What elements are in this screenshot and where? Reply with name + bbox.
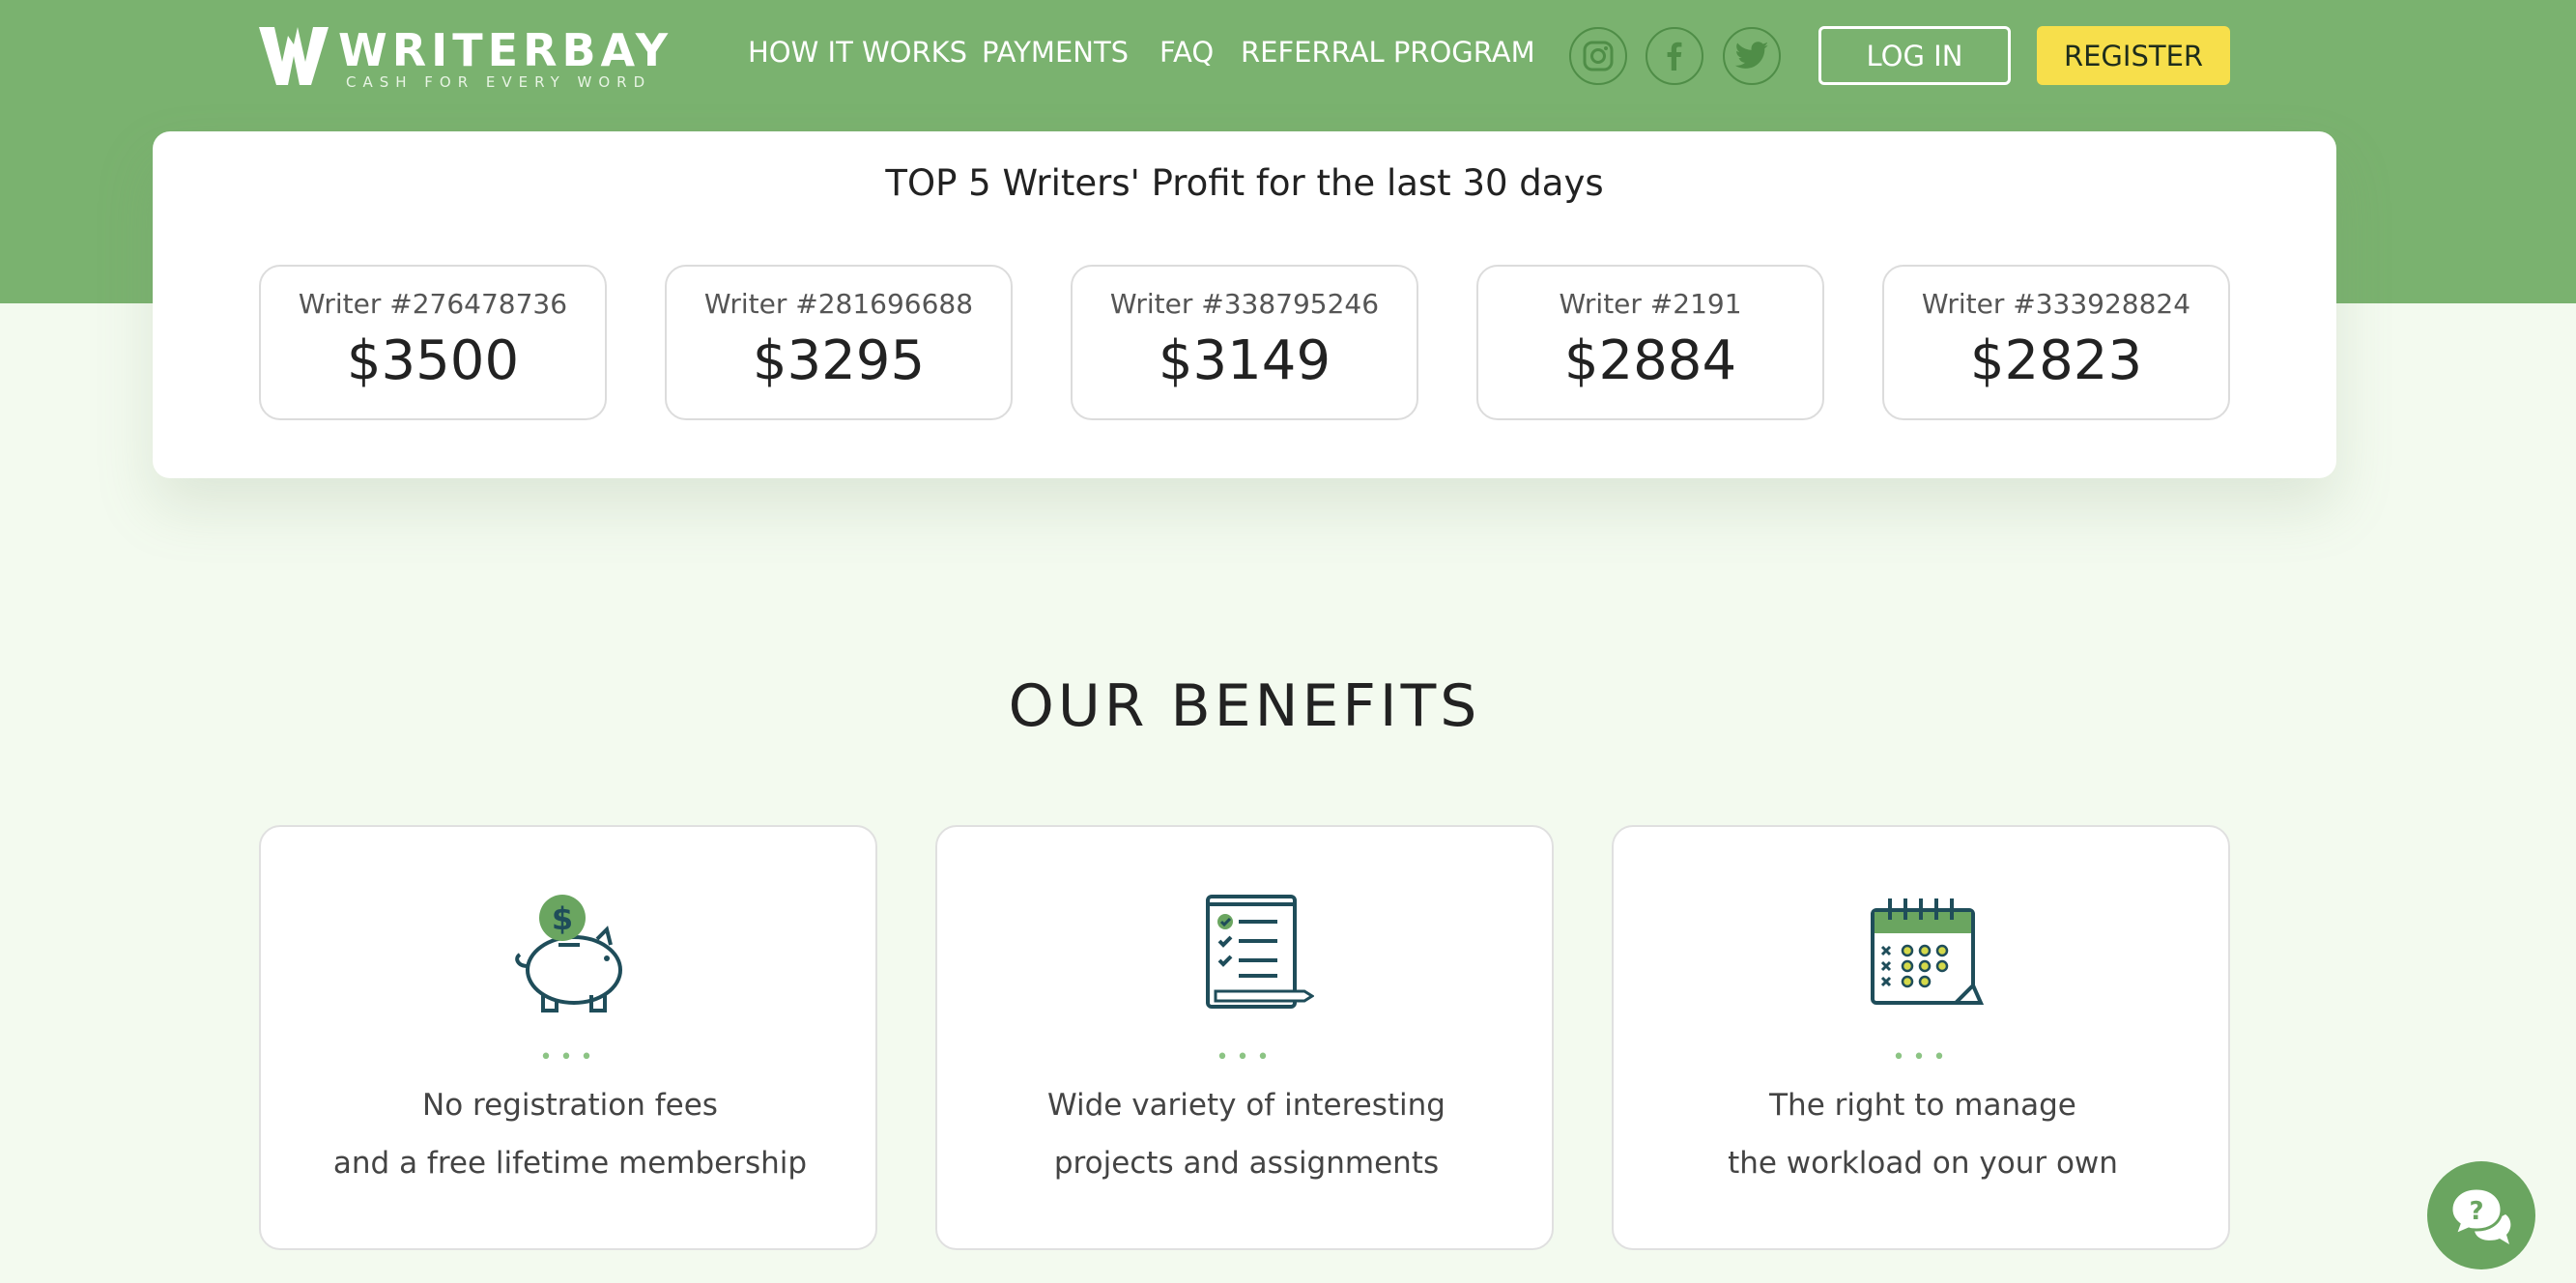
register-button[interactable]: REGISTER [2037,26,2230,85]
writer-card: Writer #281696688 $3295 [665,265,1013,420]
login-button[interactable]: LOG IN [1818,26,2011,85]
writer-name: Writer #281696688 [703,288,974,320]
writer-profit: $3295 [752,329,926,392]
svg-text:$: $ [552,900,573,937]
logo-tagline: CASH FOR EVERY WORD [346,73,652,91]
writer-profit: $2823 [1969,329,2143,392]
chat-bubble-icon: ? [2449,1186,2511,1244]
writer-name: Writer #338795246 [1109,288,1380,320]
benefits-heading: OUR BENEFITS [1008,672,1481,740]
writer-profit: $2884 [1563,329,1737,392]
nav-payments[interactable]: PAYMENTS [982,33,1129,71]
top-writers-card: TOP 5 Writers' Profit for the last 30 da… [153,131,2336,478]
benefit-card: ••• The right to manage the workload on … [1612,825,2230,1250]
facebook-link[interactable] [1646,27,1703,85]
instagram-link[interactable] [1569,27,1627,85]
writer-card: Writer #333928824 $2823 [1882,265,2230,420]
top-writers-title: TOP 5 Writers' Profit for the last 30 da… [885,162,1604,204]
instagram-icon [1583,41,1614,71]
nav-referral-program[interactable]: REFERRAL PROGRAM [1241,33,1535,71]
checklist-icon [1206,895,1314,1009]
facebook-icon [1667,42,1682,71]
logo-name: WRITERBAY [338,24,673,76]
site-header: WRITERBAY CASH FOR EVERY WORD HOW IT WOR… [0,0,2576,116]
support-chat-button[interactable]: ? [2427,1161,2535,1269]
writer-profit: $3500 [346,329,520,392]
separator-dots: ••• [1216,1045,1277,1069]
nav-faq[interactable]: FAQ [1159,33,1214,71]
writer-name: Writer #276478736 [298,288,568,320]
writer-card: Writer #338795246 $3149 [1071,265,1418,420]
benefit-text-line1: Wide variety of interesting [1047,1088,1445,1123]
writer-profit: $3149 [1158,329,1331,392]
writer-name: Writer #2191 [1559,288,1742,320]
writer-card: Writer #276478736 $3500 [259,265,607,420]
benefit-text-line2: projects and assignments [1053,1146,1440,1181]
nav-how-it-works[interactable]: HOW IT WORKS [748,33,967,71]
logo-mark-icon [259,27,329,85]
writer-name: Writer #333928824 [1921,288,2191,320]
twitter-link[interactable] [1723,27,1781,85]
benefit-card: ••• Wide variety of interesting projects… [935,825,1554,1250]
twitter-icon [1734,42,1768,69]
writer-card: Writer #2191 $2884 [1476,265,1824,420]
benefit-text-line1: The right to manage [1769,1088,2076,1123]
piggy-bank-icon: $ [515,895,622,1012]
logo[interactable]: WRITERBAY CASH FOR EVERY WORD [259,25,668,91]
svg-text:?: ? [2469,1197,2483,1226]
benefit-text-line2: the workload on your own [1728,1146,2118,1181]
calendar-icon [1871,898,1985,1005]
benefit-text-line1: No registration fees [422,1088,718,1123]
separator-dots: ••• [539,1045,601,1069]
benefit-card: $ ••• No registration fees and a free li… [259,825,877,1250]
benefit-text-line2: and a free lifetime membership [332,1146,808,1181]
separator-dots: ••• [1892,1045,1954,1069]
